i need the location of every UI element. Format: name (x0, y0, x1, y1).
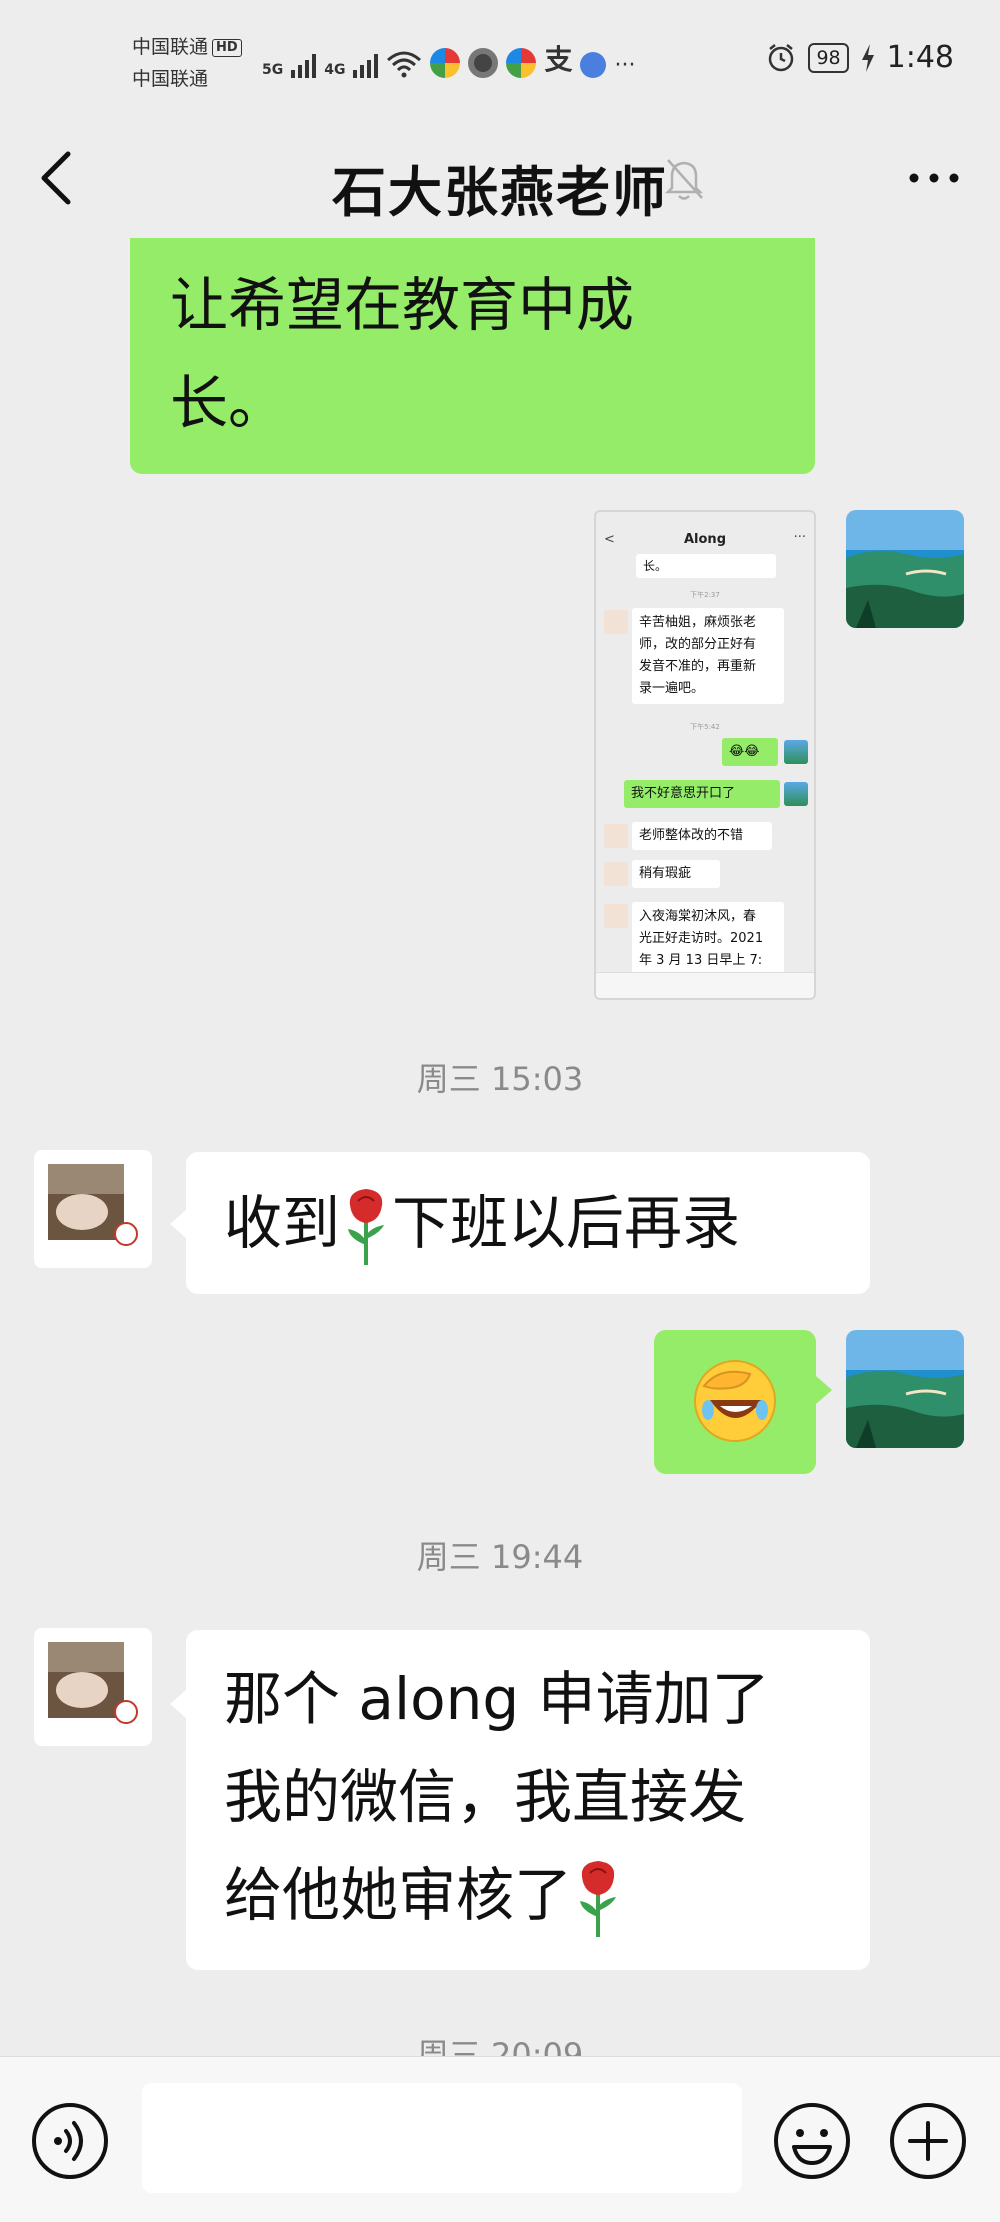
timestamp: 周三 15:03 (416, 1060, 584, 1098)
thumbnail-message: 入夜海棠初沐风，春 光正好走访时。2021 年 3 月 13 日早上 7: (632, 902, 784, 974)
voice-input-button[interactable] (28, 2099, 112, 2183)
thumbnail-avatar (604, 824, 628, 848)
thumbnail-title: Along (683, 532, 726, 547)
rose-emoji-icon (580, 1860, 617, 1937)
status-time: 1:48 (886, 40, 954, 75)
signal-icon-2 (353, 54, 379, 78)
thumbnail-message: 长。 (636, 554, 776, 578)
network-5g-label: 5G (262, 62, 284, 78)
carrier-label: 中国联通 HD (132, 32, 242, 59)
chat-header: 石大张燕老师 (0, 118, 1000, 238)
thumbnail-more-icon: ··· (793, 530, 806, 545)
add-more-button[interactable] (886, 2099, 970, 2183)
more-options-button[interactable] (904, 158, 964, 198)
beach-avatar-icon (846, 1330, 964, 1448)
thumbnail-message-emoji: 😂😂 (722, 738, 778, 766)
app-notification-icon (580, 52, 607, 78)
thumbnail-message: 辛苦柚姐，麻烦张老 师，改的部分正好有 发音不准的，再重新 录一遍吧。 (632, 608, 784, 704)
thumbnail-avatar (604, 610, 628, 634)
my-avatar[interactable] (846, 510, 964, 628)
beach-avatar-icon (846, 510, 964, 628)
thumbnail-message: 稍有瑕疵 (632, 860, 720, 888)
thumbnail-status-bar (596, 512, 814, 528)
battery-level: 98 (808, 42, 849, 73)
contact-avatar[interactable] (34, 1150, 152, 1268)
thumbnail-avatar (604, 862, 628, 886)
message-text: 我的微信，我直接发 (224, 1763, 747, 1831)
alarm-icon (769, 43, 794, 71)
hd-badge: HD (212, 39, 242, 57)
charging-icon (861, 43, 874, 72)
my-avatar[interactable] (846, 1330, 964, 1448)
network-4g-label: 4G (324, 62, 346, 78)
thumbnail-avatar (784, 740, 808, 764)
message-bubble-sent[interactable] (654, 1330, 816, 1474)
mute-bell-icon (664, 159, 704, 200)
timestamp: 周三 19:44 (416, 1538, 584, 1576)
bubble-tail (816, 1376, 832, 1404)
thumbnail-message: 我不好意思开口了 (624, 780, 780, 808)
message-text: 那个 along 申请加了 (224, 1665, 770, 1733)
message-text: 收到 (224, 1189, 341, 1257)
status-icons-left: 5G 4G 支 ··· (262, 38, 635, 78)
sent-image-screenshot[interactable]: < Along ··· 长。 下午2:37 辛苦柚姐，麻烦张老 师，改的部分正好… (594, 510, 816, 1000)
thumbnail-avatar (604, 904, 628, 928)
app-notification-icon (468, 48, 499, 78)
more-notifications-icon: ··· (614, 53, 636, 78)
carrier-label-2: 中国联通 (132, 68, 209, 90)
message-text: 让希望在教育中成 (170, 271, 635, 339)
thumbnail-timestamp: 下午2:37 (690, 591, 720, 599)
app-notification-icon (506, 48, 537, 78)
message-bubble-received[interactable]: 收到 下班以后再录 (186, 1152, 870, 1294)
message-input[interactable] (142, 2083, 742, 2193)
contact-photo-icon (48, 1164, 138, 1246)
status-bar: 中国联通 HD 中国联通 5G 4G 支 ··· 98 1:48 (0, 0, 1000, 118)
chat-title: 石大张燕老师 (332, 161, 668, 224)
status-icons-right: 98 1:48 (766, 40, 954, 75)
wifi-icon (387, 51, 422, 78)
contact-photo-icon (48, 1642, 138, 1724)
message-text: 下班以后再录 (392, 1189, 741, 1257)
message-bubble-sent[interactable]: 让希望在教育中成 长。 (130, 238, 815, 474)
rose-emoji-icon (348, 1188, 385, 1265)
emoji-button[interactable] (770, 2099, 854, 2183)
thumbnail-timestamp: 下午5:42 (690, 723, 720, 731)
thumbnail-input-bar (596, 972, 814, 998)
thumbnail-message: 老师整体改的不错 (632, 822, 772, 850)
input-bar (0, 2056, 1000, 2222)
app-notification-icon (430, 48, 461, 78)
message-bubble-received[interactable]: 那个 along 申请加了 我的微信，我直接发 给他她审核了 (186, 1630, 870, 1970)
bubble-tail (170, 1210, 186, 1238)
message-text: 长。 (170, 369, 287, 437)
bubble-tail (170, 1690, 186, 1718)
message-text-line: 给他她审核了 (224, 1846, 832, 1944)
contact-avatar[interactable] (34, 1628, 152, 1746)
signal-icon (291, 54, 317, 78)
thumbnail-avatar (784, 782, 808, 806)
facepalm-laugh-emoji-icon (694, 1360, 776, 1442)
alipay-icon: 支 (544, 43, 573, 76)
